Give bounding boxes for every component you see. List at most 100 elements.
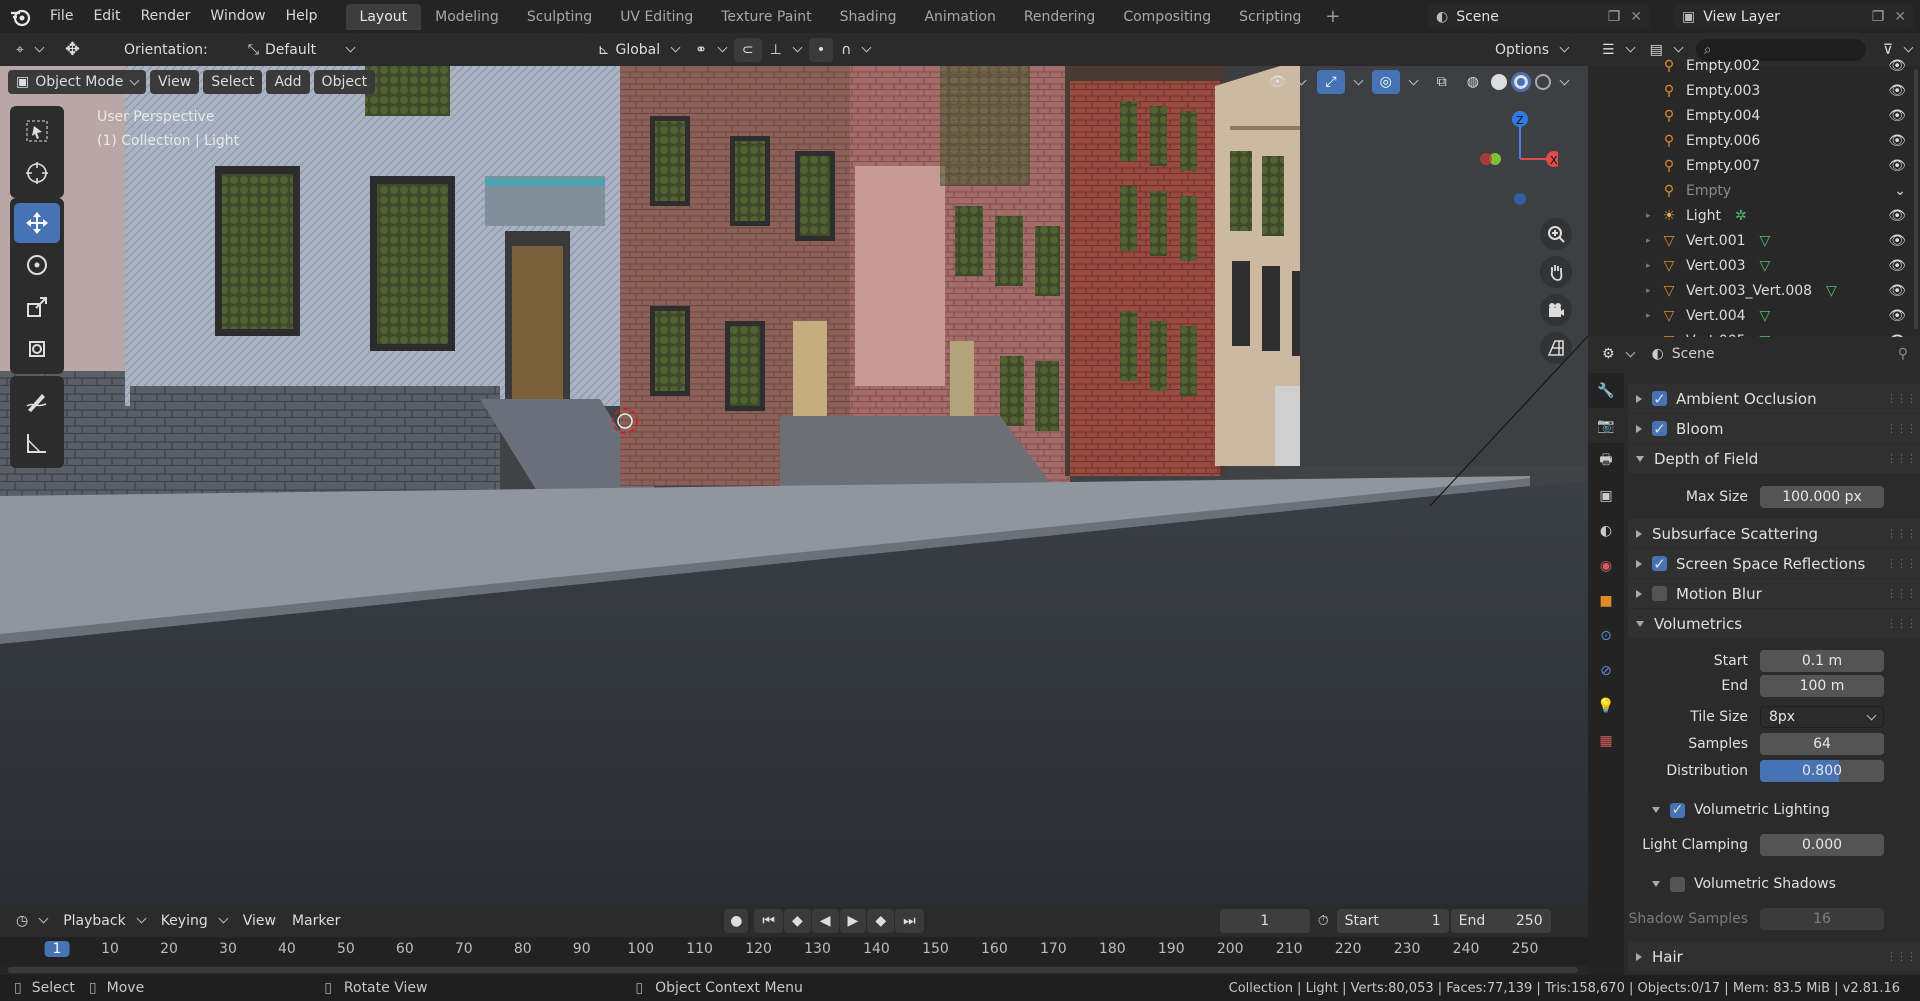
wireframe-shading-icon[interactable]: ◍ [1459,70,1487,94]
outliner-row[interactable]: ⚲ Empty.003 👁 [1588,78,1920,103]
samples-field[interactable]: 64 [1760,733,1884,755]
visibility-eye-icon[interactable]: 👁 [1888,233,1906,249]
visibility-eye-icon[interactable]: 👁 [1888,133,1906,149]
light-data-tab-icon[interactable]: 💡 [1588,688,1624,723]
ambient-occlusion-checkbox[interactable]: ✓ [1652,390,1667,408]
prev-keyframe-icon[interactable]: ◆ [783,908,811,933]
scene-tab-icon[interactable]: ◐ [1588,513,1624,548]
outliner-row[interactable]: ▸ ▽ Vert.001 ▽ 👁 [1588,228,1920,253]
current-frame-field[interactable]: 1 [1219,908,1310,933]
timeline-ruler[interactable]: 1 10 20 30 40 50 60 70 80 90 100 110 120 130 140 150 160… [0,937,1588,965]
volumetrics-panel[interactable]: Volumetrics ⋮⋮⋮ [1628,609,1920,638]
timeline-scrollbar[interactable] [8,967,1578,973]
panel-grip-icon[interactable]: ⋮⋮⋮ [1886,557,1917,570]
rendered-shading-icon[interactable] [1535,74,1551,90]
outliner-row[interactable]: ⚲ Empty.006 👁 [1588,128,1920,153]
panel-grip-icon[interactable]: ⋮⋮⋮ [1886,617,1917,630]
volumetric-shadows-checkbox[interactable] [1670,876,1685,892]
play-reverse-icon[interactable]: ◀ [811,908,839,933]
object-menu[interactable]: Object [313,70,376,94]
outliner-row[interactable]: ⚲ Empty.007 👁 [1588,153,1920,178]
preview-range-icon[interactable]: ⏱ [1310,909,1337,933]
volumetric-lighting-checkbox[interactable]: ✓ [1670,802,1685,818]
bloom-checkbox[interactable]: ✓ [1652,420,1667,438]
outliner-row[interactable]: ⚲ Empty.004 👁 [1588,103,1920,128]
material-shading-icon[interactable] [1511,72,1531,92]
cursor-tool-icon[interactable] [14,153,60,193]
shadow-samples-field[interactable]: 16 [1760,908,1884,930]
panel-grip-icon[interactable]: ⋮⋮⋮ [1886,422,1917,435]
visibility-icon[interactable]: 👁 [1261,70,1314,94]
tool-tab-icon[interactable]: 🔧 [1588,373,1624,408]
move-tool-icon[interactable] [14,203,60,243]
panel-grip-icon[interactable]: ⋮⋮⋮ [1886,392,1917,405]
snap-element-icon[interactable]: ⊥ [762,38,809,62]
jump-end-icon[interactable]: ⏭ [895,908,924,933]
outliner-row[interactable]: ⚲ Empty ⌄ [1588,178,1920,203]
playback-menu[interactable]: Playback [55,909,152,933]
visibility-eye-icon[interactable]: 👁 [1888,208,1906,224]
tab-scripting[interactable]: Scripting [1225,4,1315,30]
max-size-field[interactable]: 100.000 px [1760,486,1884,508]
menu-render[interactable]: Render [131,0,201,33]
outliner-row[interactable]: ▸ ☀ Light ✲ 👁 [1588,203,1920,228]
timeline-editor-type-icon[interactable]: ◷ [8,909,55,933]
constraint-tab-icon[interactable]: ⊘ [1588,653,1624,688]
remove-scene-icon[interactable]: ✕ [1630,9,1642,25]
panel-grip-icon[interactable]: ⋮⋮⋮ [1886,587,1917,600]
tab-uv-editing[interactable]: UV Editing [606,4,707,30]
next-keyframe-icon[interactable]: ◆ [867,908,895,933]
orientation-dropdown[interactable]: ⤡ Default [239,37,362,62]
ssr-checkbox[interactable]: ✓ [1652,555,1667,573]
tab-rendering[interactable]: Rendering [1010,4,1110,30]
visibility-eye-icon[interactable]: 👁 [1888,58,1906,74]
outliner-row[interactable]: ⚲ Empty.002 👁 [1588,53,1920,78]
outliner-row[interactable]: ▸ ▽ Vert.003 ▽ 👁 [1588,253,1920,278]
pan-view-icon[interactable] [1540,256,1572,288]
select-box-tool-icon[interactable] [14,111,60,151]
timeline-view-menu[interactable]: View [235,909,284,933]
transform-tool-icon[interactable] [14,329,60,369]
depth-of-field-panel[interactable]: Depth of Field ⋮⋮⋮ [1628,444,1920,473]
expand-arrow-icon[interactable]: ▸ [1646,286,1656,296]
navigation-gizmo[interactable]: X Z [1468,106,1562,206]
expand-arrow-icon[interactable]: ▸ [1646,236,1656,246]
outliner-row[interactable]: ▸ ▽ Vert.004 ▽ 👁 [1588,303,1920,328]
gizmo-toggle-icon[interactable]: ⤢ [1317,70,1345,94]
render-tab-icon[interactable]: 📷 [1588,408,1624,443]
vol-start-field[interactable]: 0.1 m [1760,650,1884,672]
xray-toggle-icon[interactable]: ⧉ [1429,70,1455,94]
outliner-scrollbar[interactable] [1914,69,1918,329]
tab-compositing[interactable]: Compositing [1109,4,1225,30]
expand-arrow-icon[interactable]: ▸ [1646,261,1656,271]
bloom-panel[interactable]: ✓ Bloom ⋮⋮⋮ [1628,414,1920,443]
visibility-eye-icon[interactable]: 👁 [1888,283,1906,299]
light-clamping-field[interactable]: 0.000 [1760,834,1884,856]
snap-toggle-icon[interactable]: ⊂ [733,37,762,62]
menu-help[interactable]: Help [276,0,328,33]
expand-arrow-icon[interactable]: ▸ [1646,211,1656,221]
volumetric-shadows-subpanel[interactable]: Volumetric Shadows [1628,873,1920,895]
3d-viewport[interactable]: ▣ Object Mode View Select Add Object 👁 ⤢… [0,66,1588,904]
visibility-eye-icon[interactable]: ⌄ [1894,183,1906,199]
panel-grip-icon[interactable]: ⋮⋮⋮ [1886,452,1917,465]
copy-view-layer-icon[interactable]: ❐ [1872,9,1885,25]
tab-layout[interactable]: Layout [345,3,422,30]
ambient-occlusion-panel[interactable]: ✓ Ambient Occlusion ⋮⋮⋮ [1628,384,1920,413]
tab-shading[interactable]: Shading [826,4,911,30]
zoom-view-icon[interactable] [1540,218,1572,250]
ortho-toggle-icon[interactable] [1540,332,1572,364]
camera-view-icon[interactable] [1540,294,1572,326]
view-menu[interactable]: View [150,70,200,94]
motion-blur-checkbox[interactable] [1652,586,1667,601]
distribution-slider[interactable]: 0.800 [1760,760,1884,782]
panel-grip-icon[interactable]: ⋮⋮⋮ [1886,950,1917,963]
record-icon[interactable]: ● [724,908,749,933]
vol-end-field[interactable]: 100 m [1760,675,1884,697]
blender-logo-icon[interactable] [0,7,40,27]
object-tab-icon[interactable]: ■ [1588,583,1624,618]
scale-tool-icon[interactable] [14,287,60,327]
visibility-eye-icon[interactable]: 👁 [1888,108,1906,124]
remove-view-layer-icon[interactable]: ✕ [1894,9,1906,25]
proportional-edit-icon[interactable]: • [808,37,834,62]
